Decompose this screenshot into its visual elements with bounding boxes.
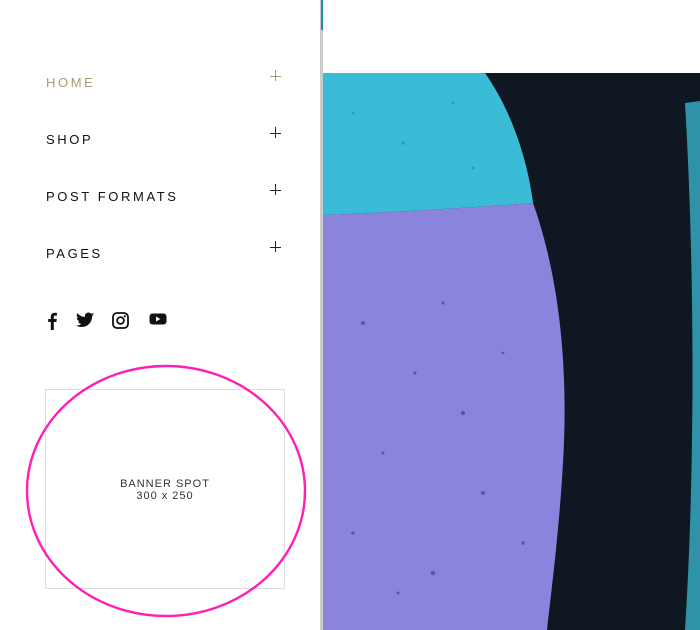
banner-title: BANNER SPOT xyxy=(120,478,210,490)
banner-text: BANNER SPOT 300 x 250 xyxy=(46,478,284,502)
expand-plus-icon[interactable] xyxy=(270,241,282,253)
nav-label-post-formats: POST FORMATS xyxy=(46,189,179,204)
hero-image xyxy=(323,73,700,630)
nav-label-home: HOME xyxy=(46,75,96,90)
expand-plus-icon[interactable] xyxy=(270,70,282,82)
header-strip xyxy=(323,0,700,73)
banner-ad-spot[interactable]: BANNER SPOT 300 x 250 xyxy=(45,389,285,589)
nav-item-shop[interactable]: SHOP xyxy=(46,127,286,151)
expand-plus-icon[interactable] xyxy=(270,184,282,196)
nav-item-pages[interactable]: PAGES xyxy=(46,241,286,265)
nav-label-pages: PAGES xyxy=(46,246,103,261)
expand-plus-icon[interactable] xyxy=(270,127,282,139)
youtube-icon[interactable] xyxy=(149,312,169,330)
sidebar: HOME SHOP POST FORMATS PAGES BANNER SPOT… xyxy=(0,0,322,630)
nav-item-post-formats[interactable]: POST FORMATS xyxy=(46,184,286,208)
nav-item-home[interactable]: HOME xyxy=(46,70,286,94)
nav-label-shop: SHOP xyxy=(46,132,94,147)
facebook-icon[interactable] xyxy=(46,312,66,330)
graffiti-wall-image xyxy=(323,73,700,630)
twitter-icon[interactable] xyxy=(76,312,96,330)
instagram-icon[interactable] xyxy=(112,312,132,330)
banner-size: 300 x 250 xyxy=(136,490,194,502)
